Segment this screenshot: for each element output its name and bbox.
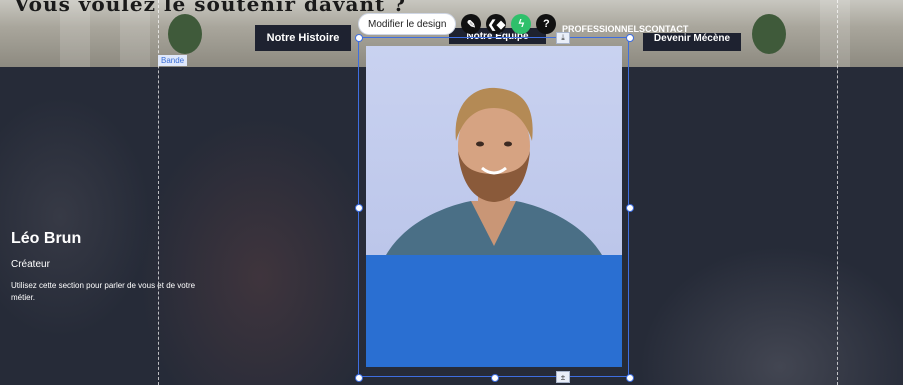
member-description: Utilisez cette section pour parler de vo… xyxy=(11,281,196,302)
member-name: Léo Brun xyxy=(11,230,82,247)
resize-handle-right[interactable] xyxy=(626,204,634,212)
tree xyxy=(752,14,786,54)
element-toolbar: Modifier le design ✎ ❮◆ ϟ ? xyxy=(358,13,557,35)
selection-box[interactable] xyxy=(358,37,629,377)
pencil-icon[interactable]: ✎ xyxy=(461,14,482,34)
resize-handle-bottom-left[interactable] xyxy=(355,374,363,382)
resize-handle-bottom-right[interactable] xyxy=(626,374,634,382)
member-role: Créateur xyxy=(11,259,50,270)
hero-title: Vous voulez le soutenir davant ? xyxy=(14,0,406,16)
anchor-top-icon[interactable]: ⤓ xyxy=(556,32,570,44)
nav-devenir-mecene-button[interactable]: Devenir Mécène xyxy=(643,33,741,51)
modify-design-button[interactable]: Modifier le design xyxy=(358,13,457,35)
nav-professionnels-link[interactable]: PROFESSIONNELS xyxy=(562,24,645,34)
resize-handle-top-right[interactable] xyxy=(626,34,634,42)
layout-guide-right xyxy=(837,0,838,385)
anchor-bottom-icon[interactable]: ± xyxy=(556,371,570,383)
animation-icon[interactable]: ❮◆ xyxy=(486,14,507,34)
help-icon[interactable]: ? xyxy=(536,14,557,34)
band-label: Bande xyxy=(158,55,188,66)
resize-handle-left[interactable] xyxy=(355,204,363,212)
resize-handle-bottom[interactable] xyxy=(491,374,499,382)
building-pillar xyxy=(820,0,850,67)
tree xyxy=(168,14,202,54)
resize-handle-top-left[interactable] xyxy=(355,34,363,42)
nav-notre-histoire-button[interactable]: Notre Histoire xyxy=(255,25,351,51)
lightning-icon[interactable]: ϟ xyxy=(511,14,532,34)
